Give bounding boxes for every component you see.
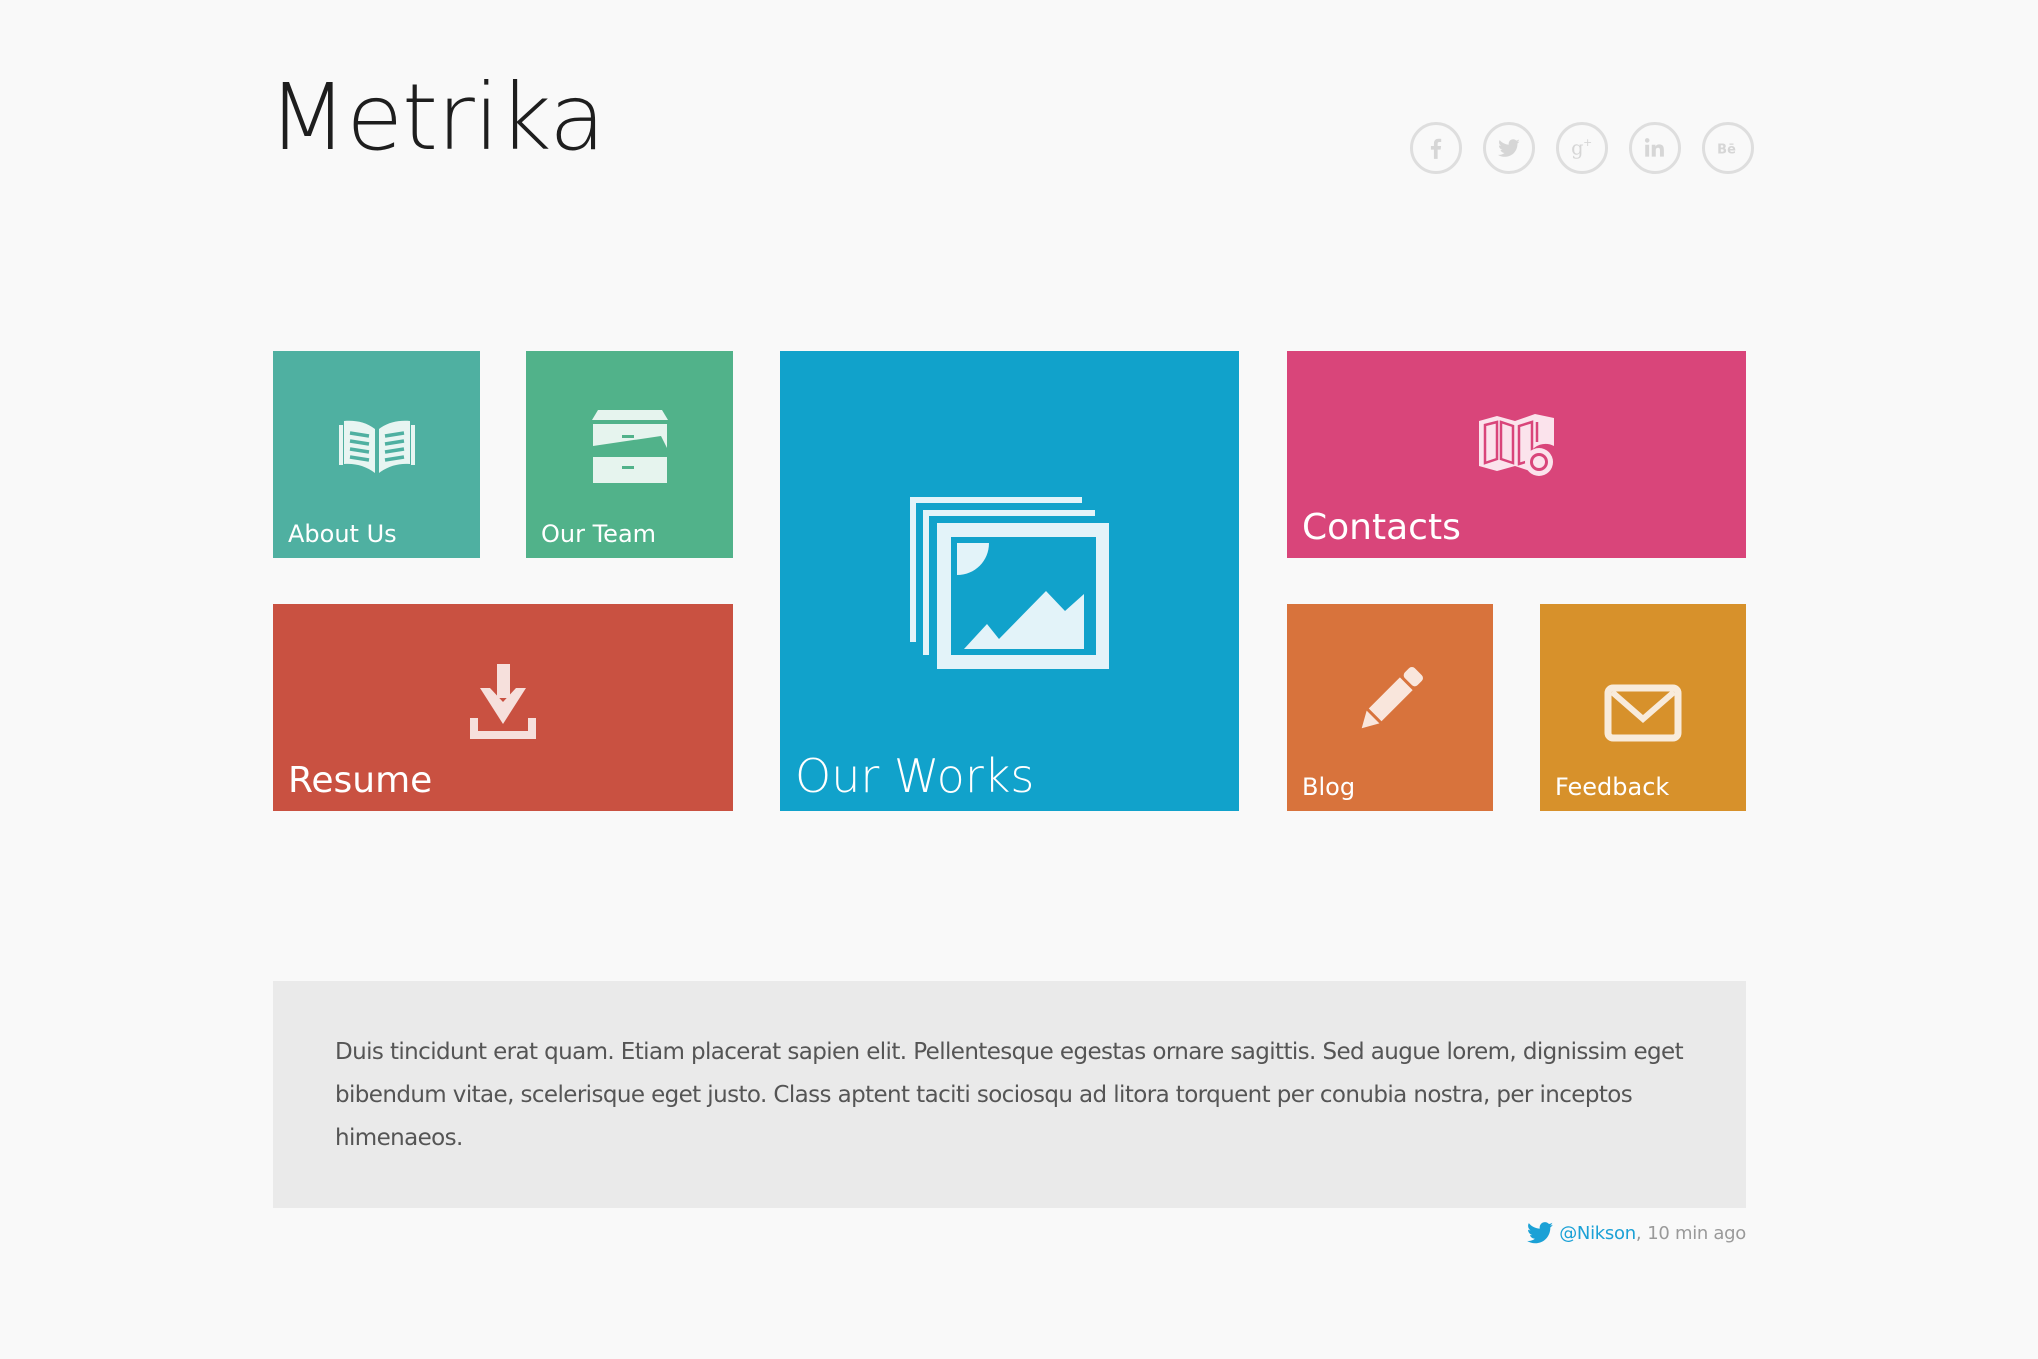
tweet-author-link[interactable]: @Nikson <box>1559 1223 1636 1244</box>
tile-about-us[interactable]: About Us <box>273 351 480 558</box>
tile-label: Blog <box>1302 773 1356 801</box>
envelope-icon <box>1604 684 1682 742</box>
tile-blog[interactable]: Blog <box>1287 604 1493 811</box>
tile-label: About Us <box>288 520 397 548</box>
tweet-time: 10 min ago <box>1647 1222 1746 1244</box>
behance-link[interactable]: Bē <box>1702 122 1754 174</box>
google-plus-icon: g + <box>1571 136 1592 160</box>
tile-label: Our Works <box>795 749 1035 803</box>
tweet-separator: , <box>1635 1222 1642 1244</box>
quote-box: Duis tincidunt erat quam. Etiam placerat… <box>273 981 1746 1208</box>
facebook-icon <box>1430 138 1442 159</box>
svg-text:+: + <box>1583 136 1592 149</box>
map-pin-icon <box>1477 411 1557 477</box>
download-icon <box>470 664 536 740</box>
tweet-meta: @Nikson, 10 min ago <box>1527 1222 1746 1244</box>
image-gallery-icon <box>909 497 1110 671</box>
twitter-icon <box>1527 1222 1554 1244</box>
twitter-icon <box>1497 139 1520 157</box>
svg-text:g: g <box>1571 137 1583 160</box>
tile-label: Contacts <box>1302 507 1461 548</box>
tile-label: Our Team <box>541 520 657 548</box>
pencil-icon <box>1352 662 1428 738</box>
tile-our-team[interactable]: Our Team <box>526 351 733 558</box>
file-cabinet-icon <box>591 409 668 485</box>
svg-text:Bē: Bē <box>1717 142 1736 157</box>
linkedin-icon <box>1644 138 1664 157</box>
behance-icon: Bē <box>1717 142 1736 157</box>
tile-label: Feedback <box>1555 773 1670 801</box>
facebook-link[interactable] <box>1410 122 1462 174</box>
tile-contacts[interactable]: Contacts <box>1287 351 1746 558</box>
google-plus-link[interactable]: g + <box>1556 122 1608 174</box>
tile-feedback[interactable]: Feedback <box>1540 604 1746 811</box>
tile-label: Resume <box>288 760 433 801</box>
quote-text: Duis tincidunt erat quam. Etiam placerat… <box>335 1039 1684 1151</box>
social-links: g + Bē <box>1410 122 1754 174</box>
twitter-link[interactable] <box>1483 122 1535 174</box>
site-title: Metrika <box>268 64 605 171</box>
tile-resume[interactable]: Resume <box>273 604 733 811</box>
open-book-icon <box>338 417 416 475</box>
linkedin-link[interactable] <box>1629 122 1681 174</box>
tile-our-works[interactable]: Our Works <box>780 351 1239 811</box>
